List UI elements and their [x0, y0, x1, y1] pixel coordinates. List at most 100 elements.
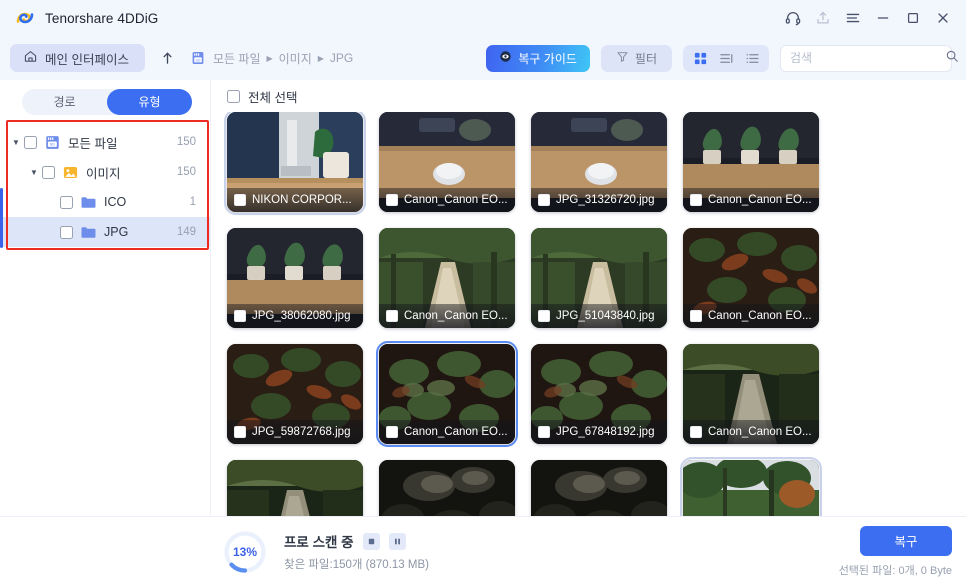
- tree-item-checkbox[interactable]: [24, 135, 37, 149]
- file-thumbnail[interactable]: JPG_59872768.jpg: [227, 344, 363, 444]
- filter-label: 필터: [634, 51, 657, 66]
- search-input[interactable]: [790, 51, 945, 65]
- support-headset-icon[interactable]: [778, 4, 808, 32]
- thumbnail-caption: Canon_Canon EO...: [379, 304, 515, 328]
- file-thumbnail[interactable]: JPG_31326720.jpg: [531, 112, 667, 212]
- file-thumbnail[interactable]: Canon_Canon EO...: [379, 112, 515, 212]
- svg-text:SD: SD: [195, 58, 200, 62]
- file-checkbox[interactable]: [386, 310, 398, 322]
- list-view-icon[interactable]: [740, 47, 764, 70]
- toolbar: 메인 인터페이스 SD 모든 파일 ▶ 이미지 ▶ JPG 복구 가이드 필터 …: [0, 36, 966, 80]
- file-checkbox[interactable]: [538, 310, 550, 322]
- tree-item-checkbox[interactable]: [42, 165, 55, 179]
- file-checkbox[interactable]: [386, 426, 398, 438]
- sidebar-scrollbar[interactable]: [0, 188, 3, 248]
- close-icon[interactable]: [928, 4, 958, 32]
- sidebar-segmented-control: 경로 유형: [22, 89, 192, 115]
- chevron-down-icon[interactable]: ▼: [26, 168, 42, 177]
- file-thumbnail[interactable]: Canon_Canon EO...: [683, 228, 819, 328]
- window-controls: [778, 4, 958, 32]
- file-name: Canon_Canon EO...: [404, 426, 508, 438]
- file-thumbnail[interactable]: Canon_Canon EO...: [376, 341, 518, 447]
- file-checkbox[interactable]: [386, 194, 398, 206]
- breadcrumb-item-2[interactable]: JPG: [330, 51, 353, 65]
- file-thumbnail[interactable]: JPG_80302592.jpg: [227, 460, 363, 516]
- tree-item-checkbox[interactable]: [60, 225, 73, 239]
- file-thumbnail[interactable]: JPG_51043840.jpg: [531, 228, 667, 328]
- title-bar: Tenorshare 4DDiG: [0, 0, 966, 36]
- file-grid: NIKON CORPOR... Canon_Canon EO... JPG_31…: [224, 112, 966, 516]
- detail-view-icon[interactable]: [714, 47, 738, 70]
- thumbnail-caption: JPG_67848192.jpg: [531, 420, 667, 444]
- svg-text:SD: SD: [50, 142, 56, 146]
- file-thumbnail[interactable]: Canon_Canon EO...: [683, 344, 819, 444]
- file-checkbox[interactable]: [234, 310, 246, 322]
- recovery-guide-button[interactable]: 복구 가이드: [486, 44, 590, 72]
- arrow-up-icon[interactable]: [153, 44, 183, 72]
- tree-item-모든-파일[interactable]: ▼ SD 모든 파일 150: [0, 127, 210, 157]
- maximize-icon[interactable]: [898, 4, 928, 32]
- file-thumbnail[interactable]: Canon_Canon EO...: [683, 112, 819, 212]
- segment-type[interactable]: 유형: [107, 89, 192, 115]
- stop-icon[interactable]: [362, 532, 380, 550]
- file-name: JPG_31326720.jpg: [556, 194, 655, 206]
- file-checkbox[interactable]: [690, 310, 702, 322]
- file-name: JPG_59872768.jpg: [252, 426, 351, 438]
- file-thumbnail[interactable]: Canon_Canon EO...: [379, 228, 515, 328]
- scan-progress-ring: 13%: [222, 529, 268, 575]
- scan-title: 프로 스캔 중: [284, 535, 354, 550]
- thumbnail-image: [227, 460, 363, 516]
- file-checkbox[interactable]: [538, 426, 550, 438]
- thumbnail-caption: JPG_31326720.jpg: [531, 188, 667, 212]
- file-thumbnail[interactable]: JPG_92070912.jpg: [531, 460, 667, 516]
- tree-item-checkbox[interactable]: [60, 195, 73, 209]
- breadcrumb-item-1[interactable]: 이미지: [279, 50, 312, 67]
- file-checkbox[interactable]: [538, 194, 550, 206]
- file-type-tree: ▼ SD 모든 파일 150 ▼ 이미지 150 ICO 1 JPG 149: [0, 123, 210, 247]
- thumbnail-caption: JPG_59872768.jpg: [227, 420, 363, 444]
- file-checkbox[interactable]: [690, 426, 702, 438]
- file-thumbnail[interactable]: JPG_38062080.jpg: [227, 228, 363, 328]
- filter-button[interactable]: 필터: [600, 44, 672, 72]
- thumbnail-caption: Canon_Canon EO...: [683, 304, 819, 328]
- file-thumbnail[interactable]: [680, 457, 822, 516]
- search-icon[interactable]: [945, 49, 959, 68]
- share-upload-icon[interactable]: [808, 4, 838, 32]
- menu-icon[interactable]: [838, 4, 868, 32]
- search-box[interactable]: [780, 44, 958, 72]
- file-thumbnail[interactable]: JPG_67848192.jpg: [531, 344, 667, 444]
- breadcrumb-separator-icon: ▶: [266, 53, 273, 63]
- tree-item-ico[interactable]: ICO 1: [0, 187, 210, 217]
- home-button[interactable]: 메인 인터페이스: [10, 44, 145, 72]
- file-thumbnail[interactable]: Canon_Canon EO...: [379, 460, 515, 516]
- app-logo-icon: [14, 7, 36, 29]
- tree-item-이미지[interactable]: ▼ 이미지 150: [0, 157, 210, 187]
- file-grid-scroll[interactable]: NIKON CORPOR... Canon_Canon EO... JPG_31…: [211, 112, 966, 516]
- tree-item-count: 149: [176, 226, 196, 238]
- breadcrumb-item-0[interactable]: 모든 파일: [213, 50, 261, 67]
- thumbnail-caption: Canon_Canon EO...: [379, 420, 515, 444]
- file-checkbox[interactable]: [690, 194, 702, 206]
- tree-item-jpg[interactable]: JPG 149: [0, 217, 210, 247]
- tree-item-label: ICO: [104, 195, 127, 209]
- select-all-checkbox[interactable]: [227, 89, 240, 103]
- app-title: Tenorshare 4DDiG: [45, 10, 159, 26]
- file-name: Canon_Canon EO...: [708, 194, 812, 206]
- file-thumbnail[interactable]: NIKON CORPOR...: [224, 112, 366, 215]
- recover-button[interactable]: 복구: [860, 525, 952, 556]
- segment-path[interactable]: 경로: [22, 89, 107, 115]
- minimize-icon[interactable]: [868, 4, 898, 32]
- select-all-row[interactable]: 전체 선택: [211, 80, 966, 112]
- tree-item-label: 모든 파일: [68, 136, 118, 151]
- scan-progress-percent: 13%: [232, 544, 258, 559]
- grid-view-icon[interactable]: [688, 47, 712, 70]
- file-checkbox[interactable]: [234, 194, 246, 206]
- all-files-icon: SD: [44, 134, 61, 151]
- select-all-label: 전체 선택: [248, 90, 298, 105]
- file-checkbox[interactable]: [234, 426, 246, 438]
- chevron-down-icon[interactable]: ▼: [8, 138, 24, 147]
- recovery-guide-label: 복구 가이드: [518, 51, 577, 66]
- file-name: JPG_38062080.jpg: [252, 310, 351, 322]
- breadcrumb-separator-icon: ▶: [317, 53, 324, 63]
- pause-icon[interactable]: [388, 532, 406, 550]
